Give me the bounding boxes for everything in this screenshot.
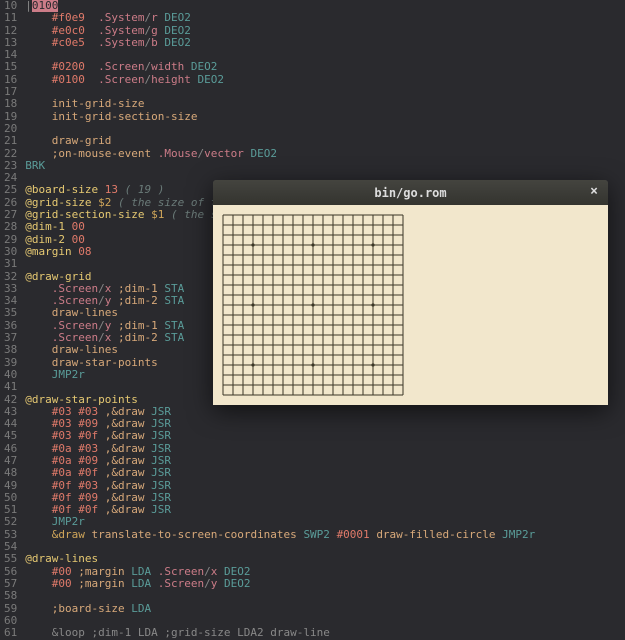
code-line[interactable]: ;board-size LDA (25, 603, 625, 615)
close-icon[interactable]: × (586, 184, 602, 200)
go-board-canvas[interactable] (213, 205, 608, 405)
code-line[interactable]: #0f #0f ,&draw JSR (25, 504, 625, 516)
line-number-gutter: 1011121314151617181920212223242526272829… (0, 0, 25, 639)
window-title: bin/go.rom (213, 186, 608, 200)
titlebar[interactable]: bin/go.rom × (213, 180, 608, 205)
code-line[interactable]: #c0e5 .System/b DEO2 (25, 37, 625, 49)
code-line[interactable] (25, 123, 625, 135)
code-line[interactable]: &loop ;dim-1 LDA ;grid-size LDA2 draw-li… (25, 627, 625, 639)
code-line[interactable] (25, 541, 625, 553)
code-line[interactable]: #0100 .Screen/height DEO2 (25, 74, 625, 86)
rom-window: bin/go.rom × (213, 180, 608, 405)
code-line[interactable]: init-grid-section-size (25, 111, 625, 123)
code-line[interactable]: &draw translate-to-screen-coordinates SW… (25, 529, 625, 541)
code-line[interactable]: ;on-mouse-event .Mouse/vector DEO2 (25, 148, 625, 160)
code-line[interactable]: #00 ;margin LDA .Screen/y DEO2 (25, 578, 625, 590)
code-line[interactable]: BRK (25, 160, 625, 172)
